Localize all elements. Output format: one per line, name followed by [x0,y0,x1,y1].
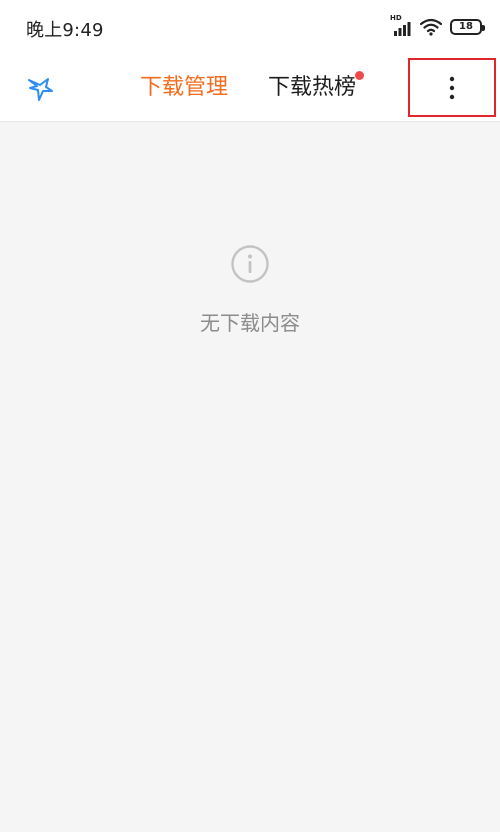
bird-logo-icon[interactable] [26,74,56,104]
battery-level: 18 [459,21,473,32]
download-list-area: 无下载内容 [0,123,500,832]
notification-dot [355,71,364,80]
tab-download-hot-list[interactable]: 下载热榜 [268,73,356,103]
wifi-icon [419,18,443,36]
top-bar: 下载管理 下载热榜 [0,56,500,122]
more-vertical-icon [449,76,455,100]
battery-icon: 18 [450,19,485,35]
empty-state-message: 无下载内容 [200,311,300,335]
tab-download-manager[interactable]: 下载管理 [140,73,228,103]
info-circle-icon [230,244,270,284]
status-bar: 晚上9:49 HD 18 [0,0,500,56]
status-icons: HD 18 [390,14,485,38]
signal-icon: HD [390,14,412,37]
more-options-button[interactable] [408,58,496,117]
status-time: 晚上9:49 [26,20,104,41]
